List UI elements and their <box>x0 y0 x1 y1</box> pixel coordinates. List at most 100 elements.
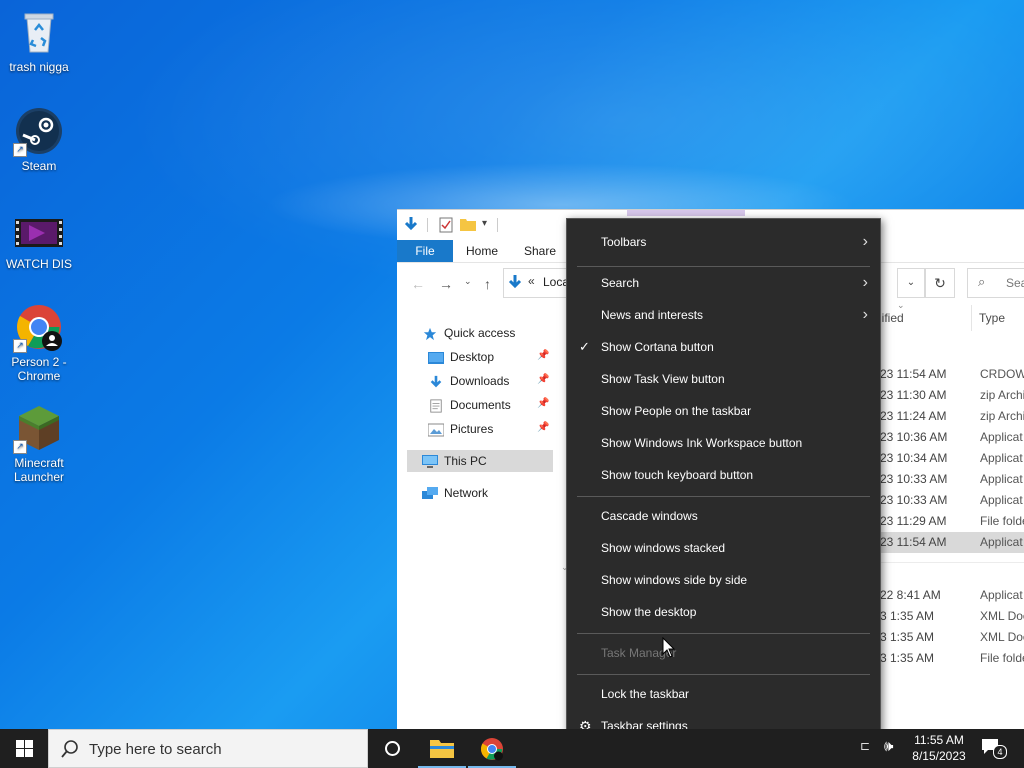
cortana-icon <box>385 741 400 756</box>
forward-arrow-icon[interactable]: → <box>439 276 453 292</box>
search-placeholder: Sea <box>1006 276 1024 290</box>
network-icon <box>422 486 438 499</box>
row-date-modified: 23 11:29 AM <box>880 514 947 528</box>
menu-item-show-ink-workspace[interactable]: Show Windows Ink Workspace button <box>567 427 880 459</box>
menu-item-toolbars[interactable]: Toolbars › <box>567 226 880 258</box>
row-type: Applicat <box>980 588 1023 602</box>
taskbar-file-explorer[interactable] <box>418 729 466 768</box>
cortana-button[interactable] <box>368 729 416 768</box>
address-bar[interactable]: « Loca <box>503 268 575 298</box>
windows-logo-icon <box>16 740 33 757</box>
row-date-modified: 23 10:34 AM <box>880 451 948 465</box>
menu-item-show-people[interactable]: Show People on the taskbar <box>567 395 880 427</box>
mouse-cursor-icon <box>662 637 676 658</box>
taskbar-clock[interactable]: 11:55 AM 8/15/2023 <box>906 732 972 764</box>
nav-this-pc[interactable]: This PC <box>422 450 487 472</box>
pin-icon[interactable]: 📌 <box>537 350 549 361</box>
table-row[interactable]: 23 11:54 AM Applicat <box>868 532 1024 553</box>
tab-home[interactable]: Home <box>459 240 505 262</box>
nav-pictures[interactable]: Pictures <box>428 418 493 440</box>
menu-item-show-task-view[interactable]: Show Task View button <box>567 363 880 395</box>
table-row[interactable]: 23 11:29 AM File folde <box>868 511 1024 532</box>
star-icon <box>423 327 437 340</box>
row-type: File folde <box>980 514 1024 528</box>
row-date-modified: 23 11:54 AM <box>880 367 947 381</box>
properties-icon[interactable] <box>439 217 453 233</box>
table-row[interactable]: 22 8:41 AM Applicat <box>868 585 1024 606</box>
search-box[interactable]: ⌕ Sea <box>967 268 1024 298</box>
nav-documents[interactable]: Documents <box>428 394 511 416</box>
computer-icon <box>422 454 438 468</box>
menu-item-show-touch-keyboard[interactable]: Show touch keyboard button <box>567 459 880 491</box>
volume-icon[interactable]: 🕪 <box>884 738 893 755</box>
table-row[interactable]: 3 1:35 AM File folde <box>868 648 1024 669</box>
taskbar-chrome[interactable] <box>468 729 516 768</box>
menu-item-windows-side-by-side[interactable]: Show windows side by side <box>567 564 880 596</box>
table-row[interactable]: 23 11:30 AM zip Archi <box>868 385 1024 406</box>
row-type: Applicat <box>980 493 1023 507</box>
pin-icon[interactable]: 📌 <box>537 374 549 385</box>
table-row[interactable]: 23 11:24 AM zip Archi <box>868 406 1024 427</box>
table-row[interactable]: 3 1:35 AM XML Doc <box>868 627 1024 648</box>
tab-share[interactable]: Share <box>517 240 563 262</box>
menu-item-windows-stacked[interactable]: Show windows stacked <box>567 532 880 564</box>
clock-time: 11:55 AM <box>914 733 964 747</box>
menu-item-lock-taskbar[interactable]: Lock the taskbar <box>567 678 880 710</box>
table-row[interactable]: 23 10:33 AM Applicat <box>868 490 1024 511</box>
desktop-icon-minecraft[interactable]: ↗ Minecraft Launcher <box>4 404 74 484</box>
menu-item-task-manager[interactable]: Task Manager <box>567 637 880 669</box>
row-type: Applicat <box>980 430 1023 444</box>
tab-file[interactable]: File <box>397 240 453 262</box>
start-button[interactable] <box>0 729 48 768</box>
row-date-modified: 22 8:41 AM <box>880 588 941 602</box>
recent-locations-icon[interactable]: ⌄ <box>464 276 472 287</box>
pin-icon[interactable]: 📌 <box>537 398 549 409</box>
row-date-modified: 23 10:36 AM <box>880 430 948 444</box>
table-row[interactable]: 23 10:36 AM Applicat <box>868 427 1024 448</box>
address-dropdown-icon[interactable]: ⌄ <box>897 268 925 298</box>
refresh-icon[interactable]: ↻ <box>925 268 955 298</box>
downloads-folder-icon <box>508 275 522 289</box>
checkmark-icon: ✓ <box>579 339 590 354</box>
desktop-icon-label: trash nigga <box>9 60 69 74</box>
menu-item-news-and-interests[interactable]: News and interests › <box>567 299 880 331</box>
action-center-button[interactable]: 4 <box>980 738 1007 759</box>
taskbar-search-box[interactable]: Type here to search <box>48 729 368 768</box>
documents-icon <box>430 399 442 413</box>
table-row[interactable]: 23 10:34 AM Applicat <box>868 448 1024 469</box>
taskbar-search-placeholder: Type here to search <box>89 741 222 758</box>
table-row[interactable]: 3 1:35 AM XML Doc <box>868 606 1024 627</box>
desktop-icon-watch-dis[interactable]: WATCH DIS <box>4 213 74 271</box>
desktop-icon-chrome-person2[interactable]: ↗ Person 2 - Chrome <box>4 303 74 383</box>
table-row[interactable]: 23 11:54 AM CRDOWN <box>868 364 1024 385</box>
shortcut-arrow-icon: ↗ <box>13 143 27 157</box>
desktop-folder-icon <box>428 351 444 364</box>
back-arrow-icon[interactable]: ← <box>411 276 425 292</box>
row-date-modified: 23 10:33 AM <box>880 472 948 486</box>
desktop-icon-label: Person 2 - Chrome <box>11 355 67 383</box>
menu-item-search[interactable]: Search › <box>567 267 880 299</box>
pin-icon[interactable]: 📌 <box>537 422 549 433</box>
table-row[interactable]: 23 10:33 AM Applicat <box>868 469 1024 490</box>
menu-item-show-desktop[interactable]: Show the desktop <box>567 596 880 628</box>
row-type: File folde <box>980 651 1024 665</box>
shortcut-arrow-icon: ↗ <box>13 440 27 454</box>
nav-network[interactable]: Network <box>422 482 488 504</box>
up-arrow-icon[interactable]: ↑ <box>484 276 491 292</box>
customize-qat-icon[interactable]: ▾ <box>482 218 487 229</box>
network-tray-icon[interactable]: ⊏ <box>860 739 870 753</box>
desktop-icon-recycle-bin[interactable]: trash nigga <box>4 8 74 74</box>
nav-quick-access[interactable]: Quick access <box>422 322 515 344</box>
new-folder-icon[interactable] <box>460 217 476 231</box>
downloads-icon <box>430 375 442 388</box>
desktop-icon-steam[interactable]: ↗ Steam <box>4 107 74 173</box>
nav-downloads[interactable]: Downloads <box>428 370 509 392</box>
row-date-modified: 3 1:35 AM <box>880 630 935 644</box>
menu-item-show-cortana[interactable]: ✓ Show Cortana button <box>567 331 880 363</box>
column-type[interactable]: Type <box>979 311 1005 325</box>
menu-item-cascade-windows[interactable]: Cascade windows <box>567 500 880 532</box>
desktop-icon-label: Minecraft Launcher <box>13 456 65 484</box>
download-arrow-icon[interactable] <box>403 216 419 232</box>
nav-desktop[interactable]: Desktop <box>428 346 494 368</box>
chevron-right-icon: › <box>862 274 868 291</box>
